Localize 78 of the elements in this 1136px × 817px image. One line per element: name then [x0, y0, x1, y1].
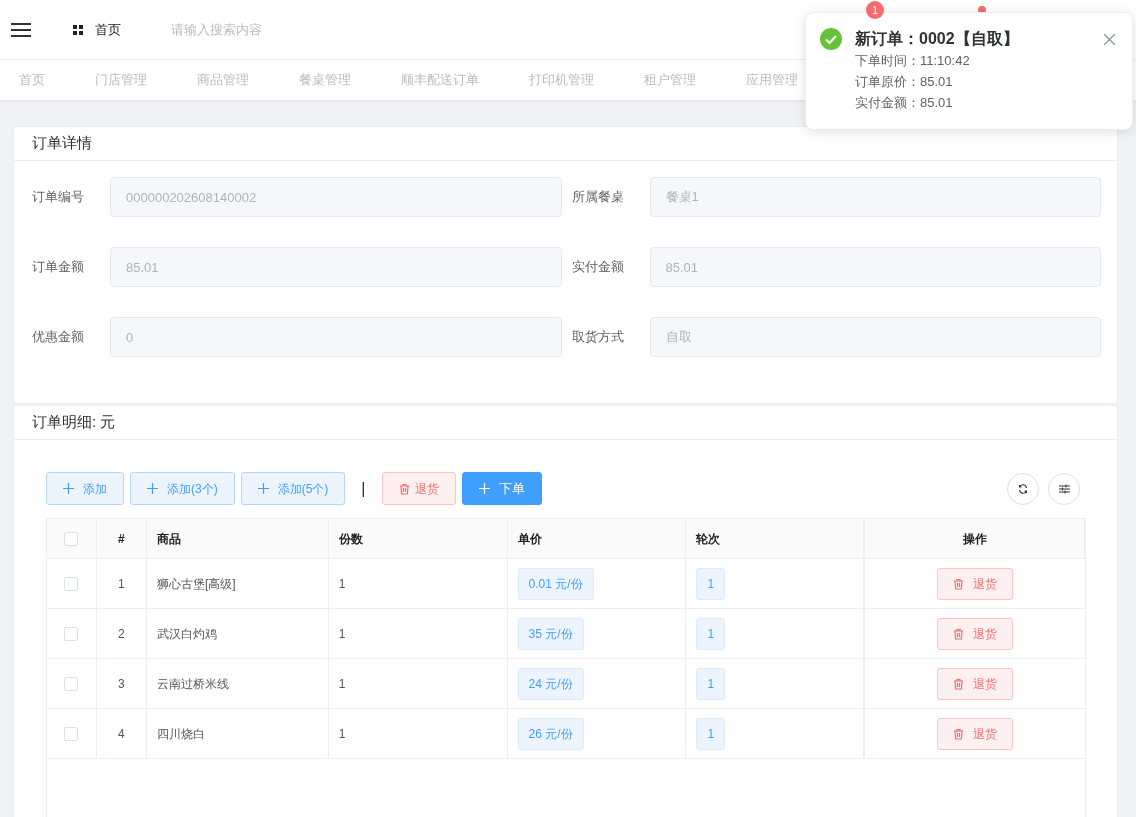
nav-tab[interactable]: 打印机管理: [529, 70, 594, 90]
return-button[interactable]: 退货: [937, 667, 1014, 700]
round-tag: 1: [696, 717, 726, 750]
field-label: 取货方式: [571, 328, 625, 347]
plus-icon: [257, 483, 269, 494]
table-cell-text: 2: [118, 625, 125, 643]
checkbox[interactable]: [64, 726, 79, 741]
card-title: 订单详情: [32, 133, 92, 154]
refresh-icon: [1018, 483, 1028, 494]
checkbox[interactable]: [64, 626, 79, 641]
menu-icon[interactable]: [11, 21, 31, 38]
table-cell-text: 1: [118, 575, 125, 593]
field-label: 订单编号: [32, 188, 85, 207]
plus-icon: [63, 483, 74, 494]
nav-tab[interactable]: 餐桌管理: [299, 70, 351, 90]
search-field[interactable]: 请输入搜索内容: [171, 19, 371, 40]
table-cell-text: 武汉白灼鸡: [156, 625, 217, 643]
add-button[interactable]: 添加(5个): [240, 472, 346, 505]
card-title: 订单明细: 元: [32, 412, 116, 433]
order-button[interactable]: 下单: [461, 472, 542, 505]
table-cell-text: 1: [338, 625, 346, 643]
column-header: 份数: [338, 530, 363, 548]
checkbox[interactable]: [64, 676, 79, 691]
round-tag: 1: [696, 617, 726, 650]
nav-tab[interactable]: 商品管理: [197, 70, 249, 90]
checkbox[interactable]: [64, 576, 79, 591]
return-button[interactable]: 退货: [381, 472, 456, 505]
close-icon[interactable]: [1104, 34, 1115, 45]
grid-icon: [73, 24, 83, 35]
return-button[interactable]: 退货: [937, 617, 1014, 650]
table-cell-text: 1: [338, 575, 346, 593]
nav-tab[interactable]: 首页: [19, 70, 45, 90]
checkbox[interactable]: [64, 531, 79, 546]
nav-tab[interactable]: 应用管理: [746, 70, 798, 90]
nav-tab[interactable]: 租户管理: [644, 70, 696, 90]
notification-text: 下单时间：11:10:42: [855, 52, 971, 70]
nav-tab[interactable]: 顺丰配送订单: [401, 70, 479, 90]
table-cell-text: 3: [118, 675, 125, 693]
column-header: 轮次: [696, 530, 721, 548]
table-cell-text: 1: [338, 675, 346, 693]
column-header: 商品: [156, 530, 181, 548]
notification-text: 订单原价：85.01: [855, 73, 954, 91]
trash-icon: [953, 577, 965, 590]
separator: |: [361, 478, 366, 499]
trash-icon: [953, 727, 965, 740]
return-button[interactable]: 退货: [937, 567, 1014, 600]
round-tag: 1: [696, 567, 726, 600]
notification-title: 新订单：0002【自取】: [855, 29, 1019, 49]
nav-tab[interactable]: 门店管理: [95, 70, 147, 90]
plus-icon: [478, 483, 490, 494]
add-button[interactable]: 添加(3个): [130, 472, 235, 505]
success-icon: [820, 28, 842, 50]
field-label: 所属餐桌: [571, 188, 625, 207]
notification-text: 实付金额：85.01: [855, 94, 954, 112]
table-cell-text: 四川烧白: [156, 725, 205, 743]
add-button[interactable]: 添加: [46, 472, 124, 505]
table-cell-text: 云南过桥米线: [156, 675, 229, 693]
trash-icon: [953, 677, 965, 690]
price-tag: 24 元/份: [517, 667, 584, 700]
price-tag: 26 元/份: [517, 717, 584, 750]
return-button[interactable]: 退货: [937, 717, 1014, 750]
settings-icon: [1058, 483, 1070, 494]
table-cell-text: 1: [338, 725, 346, 743]
field-label: 实付金额: [571, 258, 625, 277]
table-cell-text: 狮心古堡[高级]: [156, 575, 236, 593]
breadcrumb[interactable]: 首页: [95, 19, 121, 40]
table-cell-text: 4: [118, 725, 125, 743]
trash-icon: [953, 627, 965, 640]
price-tag: 35 元/份: [517, 617, 584, 650]
plus-icon: [147, 483, 158, 494]
field-label: 订单金额: [32, 258, 85, 277]
column-header: 单价: [517, 530, 542, 548]
field-label: 优惠金额: [32, 328, 85, 347]
column-header: #: [118, 530, 125, 548]
round-tag: 1: [696, 667, 726, 700]
trash-icon: [398, 482, 410, 495]
price-tag: 0.01 元/份: [517, 567, 594, 600]
column-header: 操作: [962, 530, 987, 548]
